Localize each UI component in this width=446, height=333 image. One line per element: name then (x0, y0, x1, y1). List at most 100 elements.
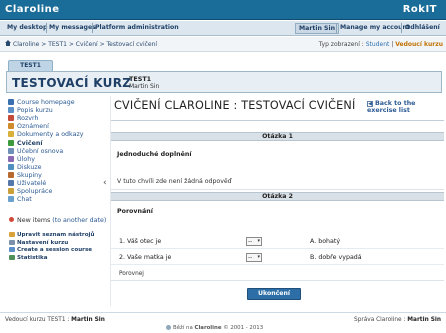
wiki-icon (8, 188, 14, 195)
view-mode-label: Typ zobrazení : (318, 41, 364, 48)
sidebar-item-label: Uživatelé (17, 180, 47, 187)
sidebar-item-megaphone[interactable]: Oznámení (8, 123, 49, 131)
admin-link-stats[interactable]: Statistika (9, 254, 48, 262)
chevron-down-icon: ▾ (257, 238, 260, 244)
new-items-icon (9, 217, 14, 222)
course-tab[interactable]: TEST1 (8, 60, 53, 71)
check-icon (8, 139, 14, 146)
sidebar-item-label: Spolupráce (17, 188, 53, 196)
sidebar-item-check[interactable]: Cvičení (8, 139, 43, 148)
my-desktop-link[interactable]: My desktop (7, 24, 47, 31)
new-items-date-link[interactable]: (to another date) (52, 217, 106, 224)
question-divider (111, 280, 444, 281)
collapse-menu-arrow-icon[interactable]: ‹ (103, 178, 109, 188)
manage-account-link[interactable]: Manage my account (340, 24, 410, 31)
sidebar-item-users[interactable]: Uživatelé (8, 180, 46, 188)
course-manager-name[interactable]: Martin Sin (71, 317, 105, 323)
matching-select[interactable]: -- ▾ (246, 237, 262, 246)
sidebar-item-label: Učební osnova (17, 147, 64, 155)
sidebar-item-label: Rozvrh (17, 115, 39, 123)
sidebar-item-folder[interactable]: Dokumenty a odkazy (8, 131, 83, 139)
view-mode-course-manager[interactable]: Vedoucí kurzu (395, 41, 443, 48)
question-1-type: Jednoduché doplnění (117, 151, 192, 158)
sidebar-item-label: Chat (17, 196, 32, 204)
group-icon (8, 171, 14, 178)
matching-select[interactable]: -- ▾ (246, 253, 262, 262)
course-owner: Martin Sin (129, 83, 160, 90)
current-user-badge[interactable]: Martin Sin (295, 23, 340, 34)
question-1-header: Otázka 1 (111, 132, 444, 141)
powered-name[interactable]: Claroline (195, 325, 222, 331)
sidebar-item-label: Popis kurzu (17, 107, 53, 115)
course-manager-label: Vedoucí kurzu TEST1 : (5, 317, 70, 323)
question-divider (111, 189, 444, 190)
exercise-title: CVIČENÍ CLAROLINE : TESTOVACÍ CVIČENÍ (114, 99, 356, 112)
course-header: TESTOVACÍ KURZ TEST1 Martin Sin (6, 71, 442, 93)
stats-icon (9, 254, 15, 260)
sidebar-item-label: Diskuze (17, 163, 42, 171)
view-mode-student[interactable]: Student (366, 41, 390, 48)
info-icon (8, 107, 14, 114)
admin-link-settings[interactable]: Nastavení kurzu (9, 239, 69, 247)
home-icon (8, 99, 14, 105)
sidebar-item-group[interactable]: Skupiny (8, 171, 42, 180)
back-to-exercise-list-button[interactable]: ◀ Back to the exercise list (367, 100, 442, 118)
sidebar-item-wiki[interactable]: Spolupráce (8, 188, 52, 196)
sidebar-item-home[interactable]: Course homepage (8, 99, 75, 107)
sidebar-item-chat[interactable]: Chat (8, 196, 32, 204)
sidebar-item-forum[interactable]: Diskuze (8, 163, 42, 172)
exercise-panel: CVIČENÍ CLAROLINE : TESTOVACÍ CVIČENÍ ◀ B… (110, 96, 444, 307)
nav-separator (46, 23, 47, 33)
row-divider (111, 248, 444, 249)
institution-name[interactable]: RokIT (403, 4, 437, 15)
footer-divider (0, 312, 446, 313)
platform-admin-label: Správa Claroline : (354, 317, 406, 323)
new-items-link[interactable]: New items (to another date) (9, 217, 106, 224)
breadcrumb: Claroline > TEST1 > Cvičení > Testovací … (0, 37, 446, 52)
sidebar-item-label: Skupiny (17, 171, 42, 179)
sidebar-item-info[interactable]: Popis kurzu (8, 107, 53, 115)
sidebar-item-assignment[interactable]: Úlohy (8, 155, 35, 164)
question-2-header: Otázka 2 (111, 192, 444, 201)
sidebar-item-calendar[interactable]: Rozvrh (8, 115, 38, 123)
calendar-icon (8, 115, 14, 122)
forum-icon (8, 163, 14, 170)
platform-admin-footer: Správa Claroline : Martin Sin (354, 317, 441, 323)
breadcrumb-path[interactable]: Claroline > TEST1 > Cvičení > Testovací … (13, 41, 157, 48)
my-messages-link[interactable]: My messages (49, 24, 96, 31)
sidebar-item-label: Course homepage (17, 99, 75, 106)
logout-link[interactable]: Odhlášení (405, 24, 440, 31)
view-mode-switch: Typ zobrazení : Student | Vedoucí kurzu (319, 41, 443, 48)
matching-row: 2. Vaše matka je -- ▾ B. dobře vypadá (119, 253, 439, 263)
course-title[interactable]: TESTOVACÍ KURZ (12, 76, 131, 90)
row-divider (111, 264, 444, 265)
user-navigation: My desktop My messages Platform administ… (0, 21, 446, 36)
assignment-icon (8, 155, 14, 162)
chevron-down-icon: ▾ (257, 254, 260, 260)
admin-link-edit-tools[interactable]: Upravit seznam nástrojů (9, 232, 94, 239)
matching-select-value: -- (248, 254, 253, 261)
platform-logo[interactable]: Claroline (5, 4, 60, 15)
view-mode-separator: | (391, 41, 394, 48)
admin-link-session[interactable]: Create a session course (9, 247, 92, 254)
sidebar-item-path[interactable]: Učební osnova (8, 147, 64, 156)
claroline-icon (166, 325, 171, 330)
admin-link-label: Statistika (17, 254, 48, 261)
matching-select-value: -- (248, 238, 253, 245)
back-to-exercise-list-label: Back to the exercise list (367, 100, 416, 114)
powered-suffix: © 2001 - 2013 (223, 325, 264, 331)
finish-test-button[interactable]: Ukončení testu (247, 288, 301, 307)
chat-icon (8, 196, 14, 203)
platform-admin-name[interactable]: Martin Sin (407, 317, 441, 323)
users-icon (8, 180, 14, 186)
course-code: TEST1 (129, 75, 152, 83)
platform-admin-link[interactable]: Platform administration (95, 24, 179, 31)
sidebar-item-label: Dokumenty a odkazy (17, 131, 84, 139)
sidebar-item-label: Úlohy (17, 155, 35, 163)
sidebar-item-label: Oznámení (17, 123, 49, 131)
admin-link-label: Nastavení kurzu (17, 239, 69, 246)
folder-icon (8, 131, 14, 138)
matching-footer-label: Porovnej (119, 271, 144, 277)
edit-tools-icon (9, 232, 15, 237)
home-icon[interactable] (5, 40, 11, 48)
